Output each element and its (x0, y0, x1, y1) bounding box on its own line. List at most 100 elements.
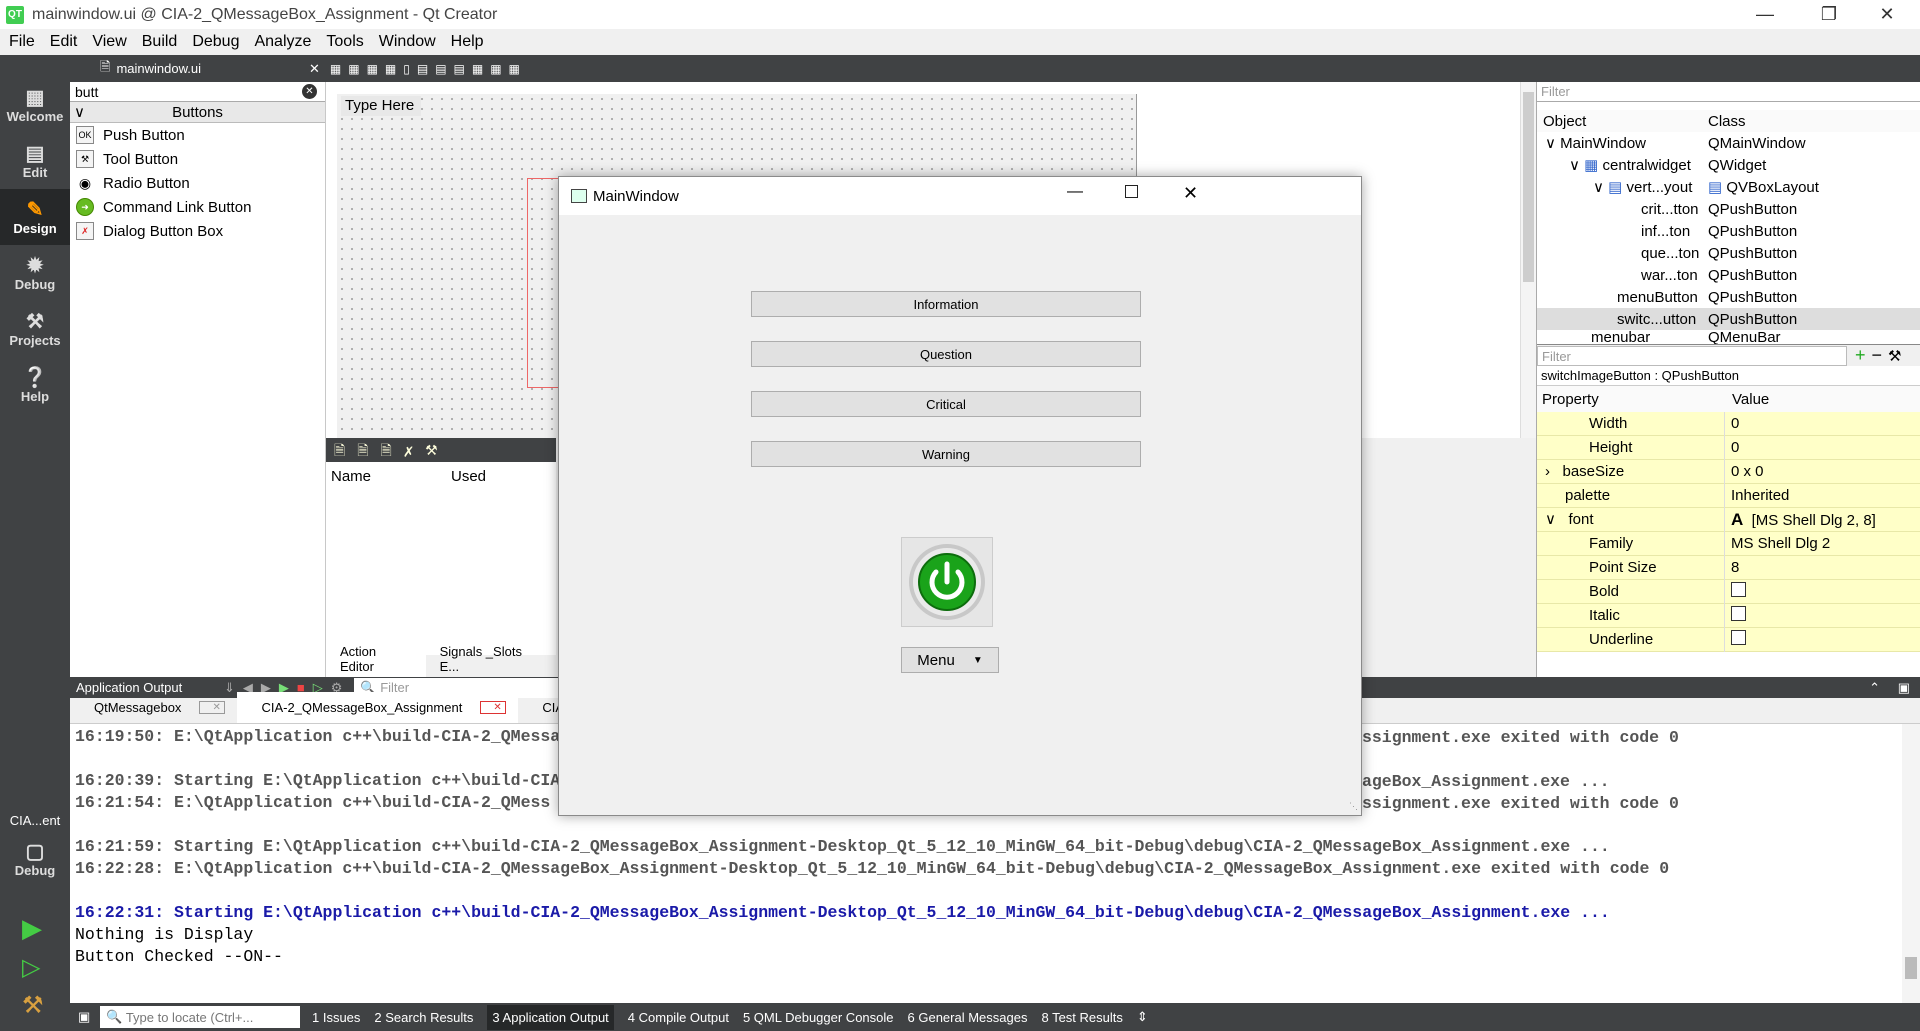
tree-row[interactable]: inf...ton QPushButton (1537, 220, 1920, 242)
tree-row[interactable]: que...ton QPushButton (1537, 242, 1920, 264)
menu-file[interactable]: File (9, 33, 35, 51)
mode-welcome[interactable]: ▦ Welcome (0, 77, 70, 133)
layout-tools-icons[interactable]: ▦▦▦▦▯▤▤▤▦▦▦ (330, 62, 527, 76)
app-close-button[interactable]: ✕ (1183, 183, 1198, 204)
remove-icon[interactable]: − (1872, 345, 1883, 366)
maximize-panel-icon[interactable]: ⌃ (1869, 680, 1880, 696)
build-icon[interactable]: ⚒ (22, 991, 44, 1020)
prop-row[interactable]: Bold (1537, 579, 1920, 604)
menu-debug[interactable]: Debug (192, 33, 239, 51)
property-filter[interactable]: Filter (1537, 345, 1847, 366)
tab-action-editor[interactable]: Action Editor (326, 641, 426, 677)
mode-edit[interactable]: ▤ Edit (0, 133, 70, 189)
pane-qml-debugger[interactable]: 5 QML Debugger Console (743, 1010, 894, 1025)
pane-general-messages[interactable]: 6 General Messages (908, 1010, 1028, 1025)
prop-row[interactable]: › baseSize 0 x 0 (1537, 459, 1920, 484)
design-icon: ✎ (26, 198, 44, 221)
prop-row[interactable]: Underline (1537, 627, 1920, 652)
close-document-icon[interactable]: ✕ (309, 61, 320, 77)
tree-row[interactable]: ∨ ▤ vert...yout ▤ QVBoxLayout (1537, 176, 1920, 198)
mode-debug[interactable]: ✹ Debug (0, 245, 70, 301)
widget-radio-button[interactable]: ◉ Radio Button (70, 171, 325, 195)
mode-projects[interactable]: ⚒ Projects (0, 301, 70, 357)
widget-command-link-button[interactable]: ➜ Command Link Button (70, 195, 325, 219)
prop-row[interactable]: Height 0 (1537, 435, 1920, 460)
pane-test-results[interactable]: 8 Test Results (1041, 1010, 1122, 1025)
output-scrollbar[interactable] (1902, 724, 1920, 1003)
tree-row[interactable]: menuButton QPushButton (1537, 286, 1920, 308)
tab-signals-slots[interactable]: Signals _Slots E... (426, 641, 556, 677)
output-tab[interactable]: QtMessagebox ✕ (70, 692, 237, 723)
menu-help[interactable]: Help (451, 33, 484, 51)
italic-checkbox[interactable] (1731, 606, 1746, 621)
tree-row[interactable]: crit...tton QPushButton (1537, 198, 1920, 220)
app-minimize-button[interactable]: — (1067, 183, 1083, 201)
toggle-sidebar-icon[interactable]: ▣ (78, 1009, 90, 1025)
critical-button[interactable]: Critical (751, 391, 1141, 417)
menu-type-here[interactable]: Type Here (341, 96, 421, 116)
action-header: Name Used (326, 462, 556, 490)
prop-row[interactable]: Family MS Shell Dlg 2 (1537, 531, 1920, 556)
menu-button[interactable]: Menu ▼ (901, 647, 999, 673)
object-filter[interactable]: Filter (1537, 82, 1920, 102)
wrench-icon[interactable]: ⚒ (1888, 347, 1901, 365)
widget-search-field[interactable]: butt ✕ (70, 82, 325, 102)
menu-analyze[interactable]: Analyze (254, 33, 311, 51)
pane-application-output[interactable]: 3 Application Output (487, 1004, 614, 1030)
col-used: Used (451, 467, 487, 485)
output-tab-active[interactable]: CIA-2_QMessageBox_Assignment ✕ (237, 692, 519, 723)
pane-compile-output[interactable]: 4 Compile Output (628, 1010, 729, 1025)
add-icon[interactable]: + (1855, 345, 1866, 366)
prop-row[interactable]: Point Size 8 (1537, 555, 1920, 580)
widget-dialog-button-box[interactable]: ✗ Dialog Button Box (70, 219, 325, 243)
menu-tools[interactable]: Tools (326, 33, 363, 51)
mode-help[interactable]: ❔ Help (0, 357, 70, 413)
locator-input[interactable]: 🔍 Type to locate (Ctrl+... (100, 1006, 300, 1028)
canvas-scrollbar[interactable] (1520, 82, 1536, 438)
menu-window[interactable]: Window (379, 33, 436, 51)
kit-selector[interactable]: ▢ Debug (0, 831, 70, 887)
layout-selection-box[interactable] (527, 178, 561, 388)
switch-image-button[interactable] (901, 537, 993, 627)
menu-edit[interactable]: Edit (50, 33, 78, 51)
close-panel-icon[interactable]: ▣ (1898, 680, 1910, 696)
debug-run-icon[interactable]: ▷ (22, 953, 40, 982)
mode-design[interactable]: ✎ Design (0, 189, 70, 245)
underline-checkbox[interactable] (1731, 630, 1746, 645)
warning-button[interactable]: Warning (751, 441, 1141, 467)
prop-row[interactable]: ∨ font A [MS Shell Dlg 2, 8] (1537, 507, 1920, 532)
widget-tool-button[interactable]: ⚒ Tool Button (70, 147, 325, 171)
close-tab-icon[interactable]: ✕ (199, 701, 226, 714)
tree-row[interactable]: ∨ ▦ centralwidget QWidget (1537, 154, 1920, 176)
tree-row[interactable]: war...ton QPushButton (1537, 264, 1920, 286)
more-panes-icon[interactable]: ⇕ (1137, 1009, 1148, 1025)
prop-row[interactable]: Italic (1537, 603, 1920, 628)
run-icon[interactable]: ▶ (22, 913, 42, 944)
pane-issues[interactable]: 1 Issues (312, 1010, 360, 1025)
app-title-bar: MainWindow — ✕ (559, 177, 1361, 215)
tree-row[interactable]: ∨ MainWindow QMainWindow (1537, 132, 1920, 154)
tree-row-selected[interactable]: switc...utton QPushButton (1537, 308, 1920, 330)
widget-push-button[interactable]: OK Push Button (70, 123, 325, 147)
open-file-name[interactable]: mainwindow.ui (116, 61, 201, 76)
close-button[interactable]: ✕ (1858, 0, 1916, 29)
information-button[interactable]: Information (751, 291, 1141, 317)
question-button[interactable]: Question (751, 341, 1141, 367)
clear-search-icon[interactable]: ✕ (302, 84, 317, 99)
pane-search-results[interactable]: 2 Search Results (374, 1010, 473, 1025)
minimize-button[interactable]: — (1736, 0, 1794, 29)
prop-row[interactable]: palette Inherited (1537, 483, 1920, 508)
restore-button[interactable]: ❐ (1800, 0, 1858, 29)
menu-view[interactable]: View (92, 33, 126, 51)
app-maximize-button[interactable] (1125, 185, 1138, 198)
prop-row[interactable]: Width 0 (1537, 411, 1920, 436)
close-tab-icon[interactable]: ✕ (480, 701, 507, 714)
resize-grip-icon[interactable]: ⋱ (1349, 801, 1358, 812)
tree-row[interactable]: menubar QMenuBar (1537, 330, 1920, 344)
title-bar: QT mainwindow.ui @ CIA-2_QMessageBox_Ass… (0, 0, 1920, 29)
category-buttons[interactable]: ∨ Buttons (70, 102, 325, 123)
bold-checkbox[interactable] (1731, 582, 1746, 597)
object-header: Object Class (1537, 110, 1920, 132)
menu-build[interactable]: Build (142, 33, 178, 51)
action-tools-icons[interactable]: 🗎🗎🗎✗⚒ (326, 442, 450, 458)
